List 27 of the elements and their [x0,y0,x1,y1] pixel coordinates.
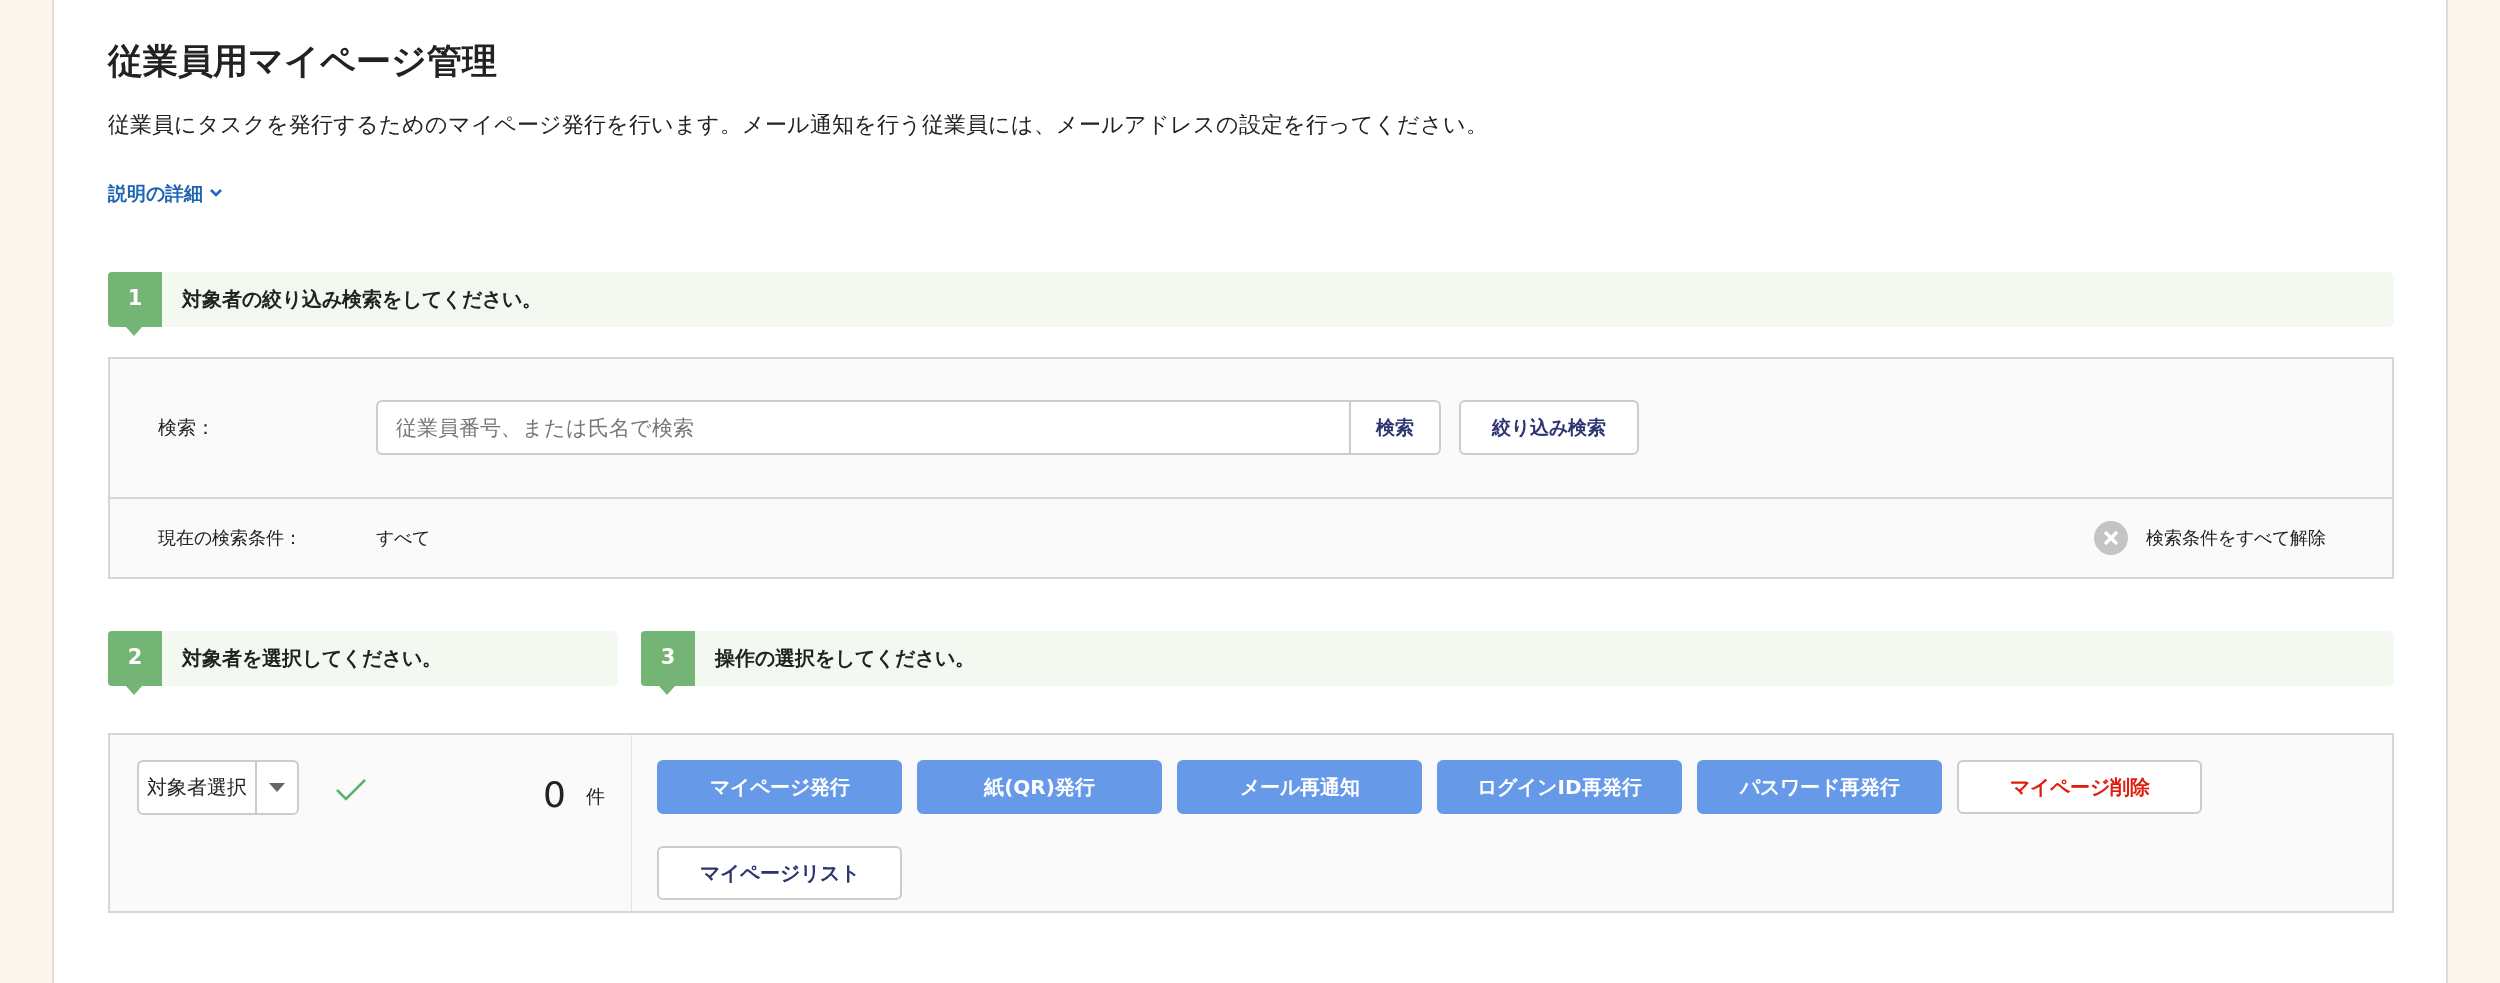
target-select-dropdown[interactable]: 対象者選択 [137,759,299,815]
page-description: 従業員にタスクを発行するためのマイページ発行を行います。メール通知を行う従業員には、メールアドレスの設定を行ってください。 [108,111,1489,139]
clear-conditions-link[interactable]: 検索条件をすべて解除 [2094,520,2326,555]
list-button[interactable]: マイページリスト [657,845,902,900]
step-title: 対象者を選択してください。 [182,645,442,672]
conditions-value: すべて [376,526,430,550]
close-icon [2094,520,2128,555]
page-title: 従業員用マイページ管理 [108,40,498,82]
step-title: 対象者の絞り込み検索をしてください。 [182,286,542,313]
step-number: 3 [641,630,695,686]
conditions-label: 現在の検索条件： [158,526,303,550]
details-link[interactable]: 説明の詳細 [108,179,223,208]
pointer-icon [659,685,675,695]
search-label: 検索： [158,415,216,441]
step-title: 操作の選択をしてください。 [715,645,975,672]
search-field[interactable]: 従業員番号、または氏名で検索 [376,400,1351,455]
pointer-icon [126,685,142,695]
step-number: 1 [108,271,162,327]
delete-button[interactable]: マイページ削除 [1957,759,2202,814]
count-unit: 件 [586,783,605,809]
caret-icon [269,782,285,792]
check-icon [335,776,367,803]
pointer-icon [126,326,142,336]
selected-count: 0 [543,772,566,817]
search-button[interactable]: 検索 [1351,400,1441,455]
filter-search-button[interactable]: 絞り込み検索 [1459,400,1639,455]
step-number: 2 [108,630,162,686]
